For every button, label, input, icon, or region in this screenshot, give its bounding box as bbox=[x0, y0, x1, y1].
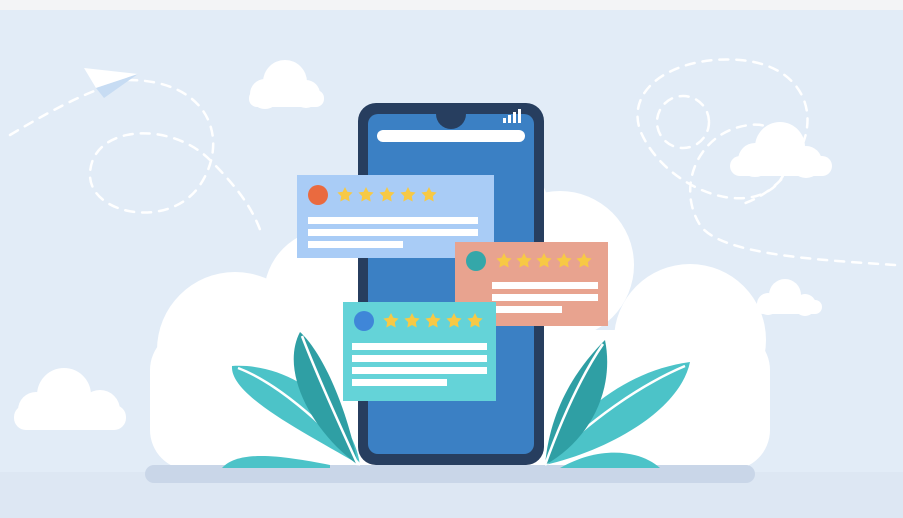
phone-address-bar bbox=[377, 130, 525, 142]
cloud-icon bbox=[756, 279, 822, 316]
illustration-scene bbox=[0, 10, 903, 518]
review-card-teal bbox=[343, 302, 496, 401]
cloud-icon bbox=[249, 60, 324, 109]
illustration-svg bbox=[0, 58, 903, 518]
cloud-icon bbox=[14, 368, 126, 430]
avatar-dot-icon bbox=[466, 251, 486, 271]
paper-plane-icon bbox=[84, 68, 138, 98]
cloud-icon bbox=[730, 122, 832, 178]
avatar-dot-icon bbox=[308, 185, 328, 205]
avatar-dot-icon bbox=[354, 311, 374, 331]
